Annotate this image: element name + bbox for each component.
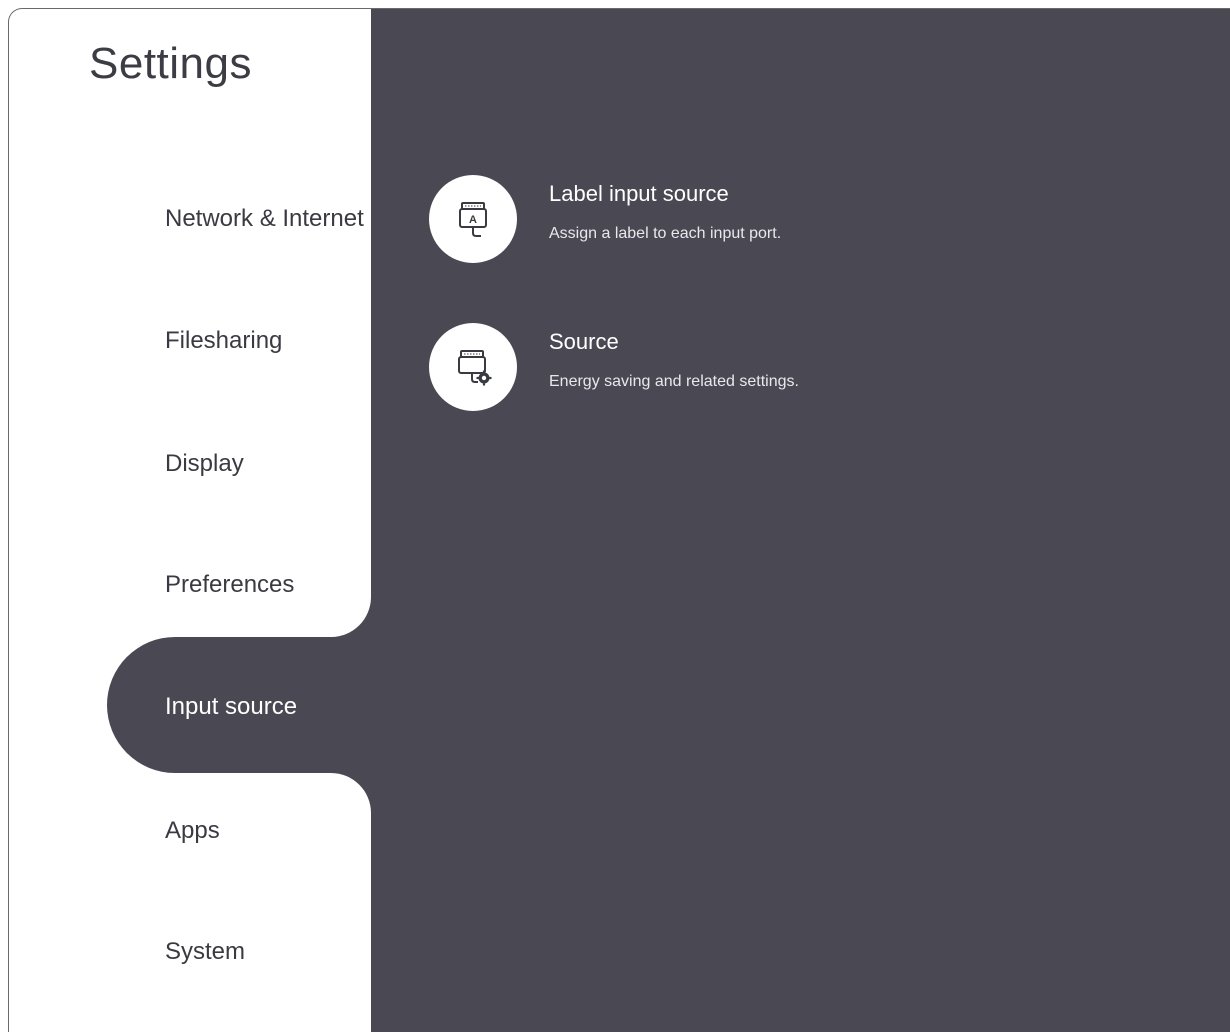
selection-corner-bottom [331, 773, 371, 813]
settings-window: Settings Network & Internet Filesharing … [8, 8, 1230, 1032]
page-title: Settings [89, 39, 252, 88]
port-settings-icon [429, 323, 517, 411]
sidebar-item-system[interactable]: System [165, 938, 245, 966]
option-description: Energy saving and related settings. [549, 373, 799, 390]
sidebar-item-display[interactable]: Display [165, 450, 244, 478]
sidebar-item-filesharing[interactable]: Filesharing [165, 327, 282, 355]
sidebar-item-apps[interactable]: Apps [165, 817, 220, 845]
sidebar-item-preferences[interactable]: Preferences [165, 571, 294, 599]
option-title: Label input source [549, 181, 729, 206]
sidebar-item-input-source[interactable]: Input source [165, 693, 297, 721]
label-port-icon: A [429, 175, 517, 263]
svg-text:A: A [469, 214, 477, 226]
selection-corner-top [331, 597, 371, 637]
option-title: Source [549, 329, 619, 354]
option-description: Assign a label to each input port. [549, 225, 782, 242]
sidebar-item-network-internet[interactable]: Network & Internet [165, 205, 364, 233]
option-source[interactable]: Source Energy saving and related setting… [429, 323, 949, 413]
content-panel [371, 9, 1230, 1032]
sidebar: Settings Network & Internet Filesharing … [9, 9, 371, 1032]
option-label-input-source[interactable]: A Label input source Assign a label to e… [429, 175, 949, 265]
